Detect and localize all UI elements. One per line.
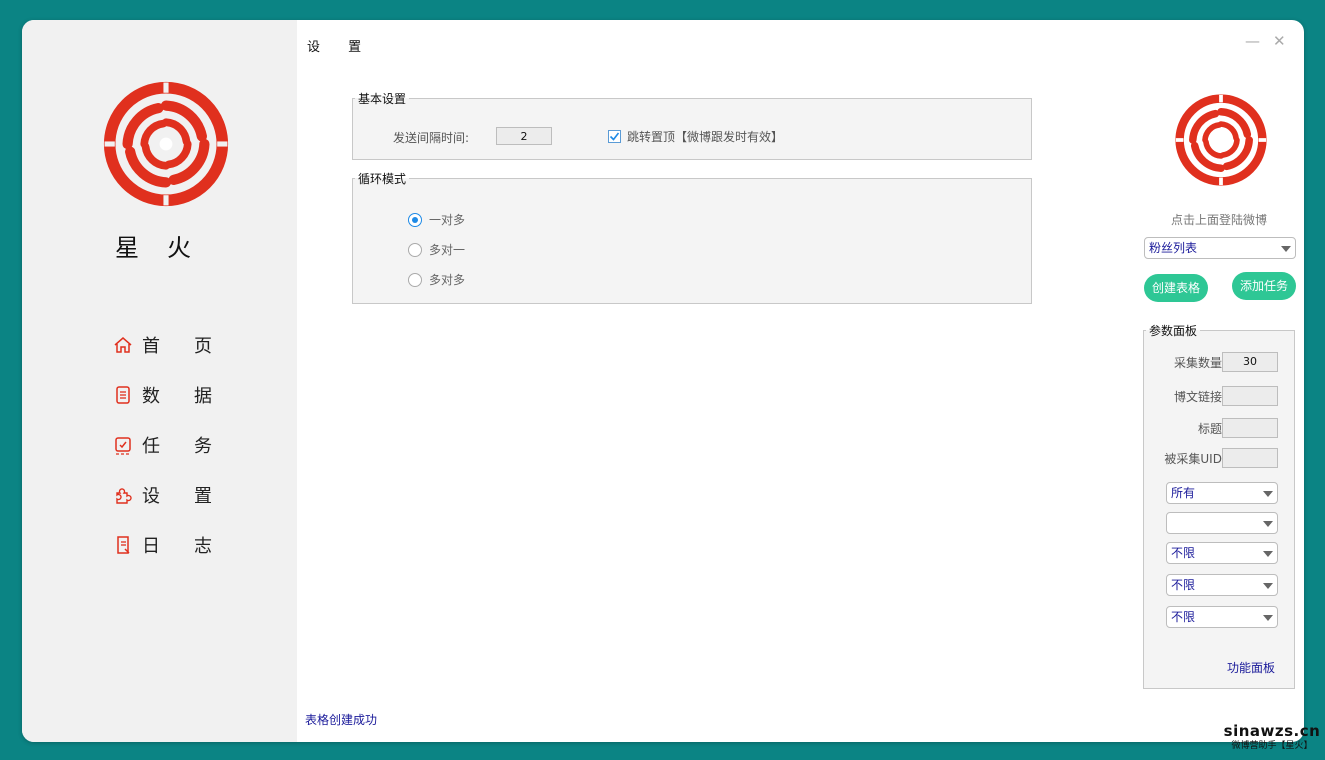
jump-top-label: 跳转置顶【微博跟发时有效】	[627, 130, 784, 144]
nav-label: 任务	[142, 436, 246, 457]
title-input[interactable]	[1222, 418, 1278, 438]
basic-settings-group: 基本设置 发送间隔时间: 2 跳转置顶【微博跟发时有效】	[352, 90, 1032, 160]
interval-input[interactable]: 2	[496, 127, 552, 145]
function-panel-link[interactable]: 功能面板	[1227, 659, 1275, 676]
dropdown-arrow-icon	[1263, 615, 1273, 621]
filter-select-3[interactable]: 不限	[1166, 542, 1278, 564]
radio-icon[interactable]	[408, 242, 422, 257]
filter-select-1[interactable]: 所有	[1166, 482, 1278, 504]
select-value: 不限	[1171, 546, 1196, 560]
nav-label: 设置	[142, 486, 246, 507]
radio-icon[interactable]	[408, 272, 422, 287]
home-icon	[112, 334, 134, 356]
sidebar-nav: 首页 数据 任务 设置 日志	[112, 320, 246, 570]
nav-label: 首页	[142, 336, 246, 357]
login-hint: 点击上面登陆微博	[1170, 213, 1267, 227]
filter-select-5[interactable]: 不限	[1166, 606, 1278, 628]
fans-list-select[interactable]: 粉丝列表	[1144, 237, 1296, 259]
basic-settings-legend: 基本设置	[358, 92, 407, 106]
radio-label: 多对一	[429, 243, 466, 257]
close-icon[interactable]: ✕	[1273, 32, 1286, 50]
fans-select-value: 粉丝列表	[1149, 241, 1198, 255]
document-icon	[112, 384, 134, 406]
jump-top-checkbox[interactable]: 跳转置顶【微博跟发时有效】	[608, 128, 783, 145]
watermark-sub: 微博营助手【星火】	[1231, 741, 1313, 751]
status-message: 表格创建成功	[305, 713, 378, 727]
loop-mode-group: 循环模式 一对多 多对一 多对多	[352, 170, 1032, 304]
add-task-button[interactable]: 添加任务	[1232, 272, 1296, 300]
weibo-login-logo[interactable]	[1174, 93, 1268, 187]
app-name: 星火	[115, 234, 219, 262]
sidebar: 星火 首页 数据 任务 设置 日志	[22, 20, 297, 742]
dropdown-arrow-icon	[1263, 551, 1273, 557]
task-icon	[112, 434, 134, 456]
collect-count-input[interactable]: 30	[1222, 352, 1278, 372]
watermark: sinawzs.cn 微博营助手【星火】	[1222, 722, 1322, 751]
params-panel: 参数面板 采集数量: 30 博文链接: 标题: 被采集UID: 所有 不限 不限…	[1143, 322, 1295, 689]
puzzle-icon	[112, 484, 134, 506]
page-title: 设 置	[307, 40, 374, 55]
select-value: 不限	[1171, 610, 1196, 624]
radio-one-to-many[interactable]: 一对多	[408, 211, 465, 228]
nav-item-log[interactable]: 日志	[112, 520, 246, 570]
main-area: 设 置 — ✕ 基本设置 发送间隔时间: 2 跳转置顶【微博跟发时有效】 循环模…	[297, 20, 1304, 742]
radio-label: 多对多	[429, 273, 466, 287]
uid-input[interactable]	[1222, 448, 1278, 468]
nav-item-settings[interactable]: 设置	[112, 470, 246, 520]
radio-many-to-many[interactable]: 多对多	[408, 271, 465, 288]
create-table-button[interactable]: 创建表格	[1144, 274, 1208, 302]
select-value: 不限	[1171, 578, 1196, 592]
dropdown-arrow-icon	[1263, 521, 1273, 527]
post-link-input[interactable]	[1222, 386, 1278, 406]
loop-mode-legend: 循环模式	[358, 172, 407, 186]
radio-many-to-one[interactable]: 多对一	[408, 241, 465, 258]
app-logo	[103, 81, 229, 207]
nav-item-data[interactable]: 数据	[112, 370, 246, 420]
nav-label: 数据	[142, 386, 246, 407]
radio-label: 一对多	[429, 213, 466, 227]
post-link-label: 博文链接:	[1173, 390, 1226, 404]
nav-item-task[interactable]: 任务	[112, 420, 246, 470]
app-window: 星火 首页 数据 任务 设置 日志 设 置 — ✕ 基本设置 发送间隔时间: 2…	[22, 20, 1304, 742]
dropdown-arrow-icon	[1263, 491, 1273, 497]
dropdown-arrow-icon	[1281, 246, 1291, 252]
checkbox-checked-icon[interactable]	[608, 130, 621, 143]
filter-select-4[interactable]: 不限	[1166, 574, 1278, 596]
params-legend: 参数面板	[1149, 324, 1198, 338]
minimize-icon[interactable]: —	[1245, 32, 1260, 50]
nav-label: 日志	[142, 536, 246, 557]
select-value: 所有	[1171, 486, 1196, 500]
interval-label: 发送间隔时间:	[393, 131, 470, 145]
filter-select-2[interactable]	[1166, 512, 1278, 534]
collect-count-label: 采集数量:	[1173, 356, 1226, 370]
log-icon	[112, 534, 134, 556]
nav-item-home[interactable]: 首页	[112, 320, 246, 370]
dropdown-arrow-icon	[1263, 583, 1273, 589]
radio-selected-icon[interactable]	[408, 212, 422, 227]
uid-label: 被采集UID:	[1164, 452, 1226, 466]
